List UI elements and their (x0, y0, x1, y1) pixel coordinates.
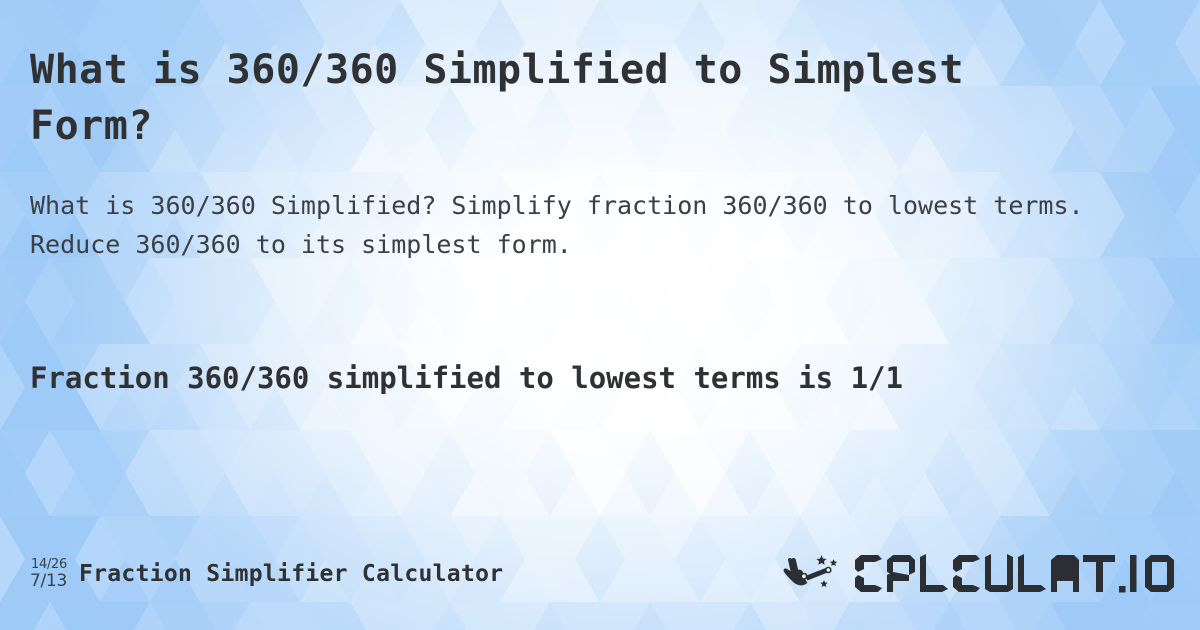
fraction-icon-denominator: 7/13 (30, 571, 67, 591)
brand-wordmark (855, 554, 1137, 593)
brand-wordmark-io (1145, 555, 1174, 592)
page-title: What is 360/360 Simplified to Simplest F… (30, 47, 965, 149)
card-content: What is 360/360 Simplified to Simplest F… (0, 0, 1200, 630)
fraction-icon-numerator: 14/26 (31, 557, 67, 572)
tool-name-label: Fraction Simplifier Calculator (78, 561, 504, 587)
footer-left-group: 14/26 7/13 Fraction Simplifier Calculato… (30, 558, 503, 590)
result-text: Fraction 360/360 simplified to lowest te… (30, 361, 903, 395)
share-card: What is 360/360 Simplified to Simplest F… (0, 0, 1200, 630)
page-subtitle: What is 360/360 Simplified? Simplify fra… (30, 191, 1084, 259)
fraction-simplify-icon: 14/26 7/13 (30, 558, 67, 590)
card-footer: 14/26 7/13 Fraction Simplifier Calculato… (30, 550, 1176, 598)
brand-logo[interactable] (780, 552, 1176, 596)
magic-wand-hand-icon (783, 555, 838, 587)
